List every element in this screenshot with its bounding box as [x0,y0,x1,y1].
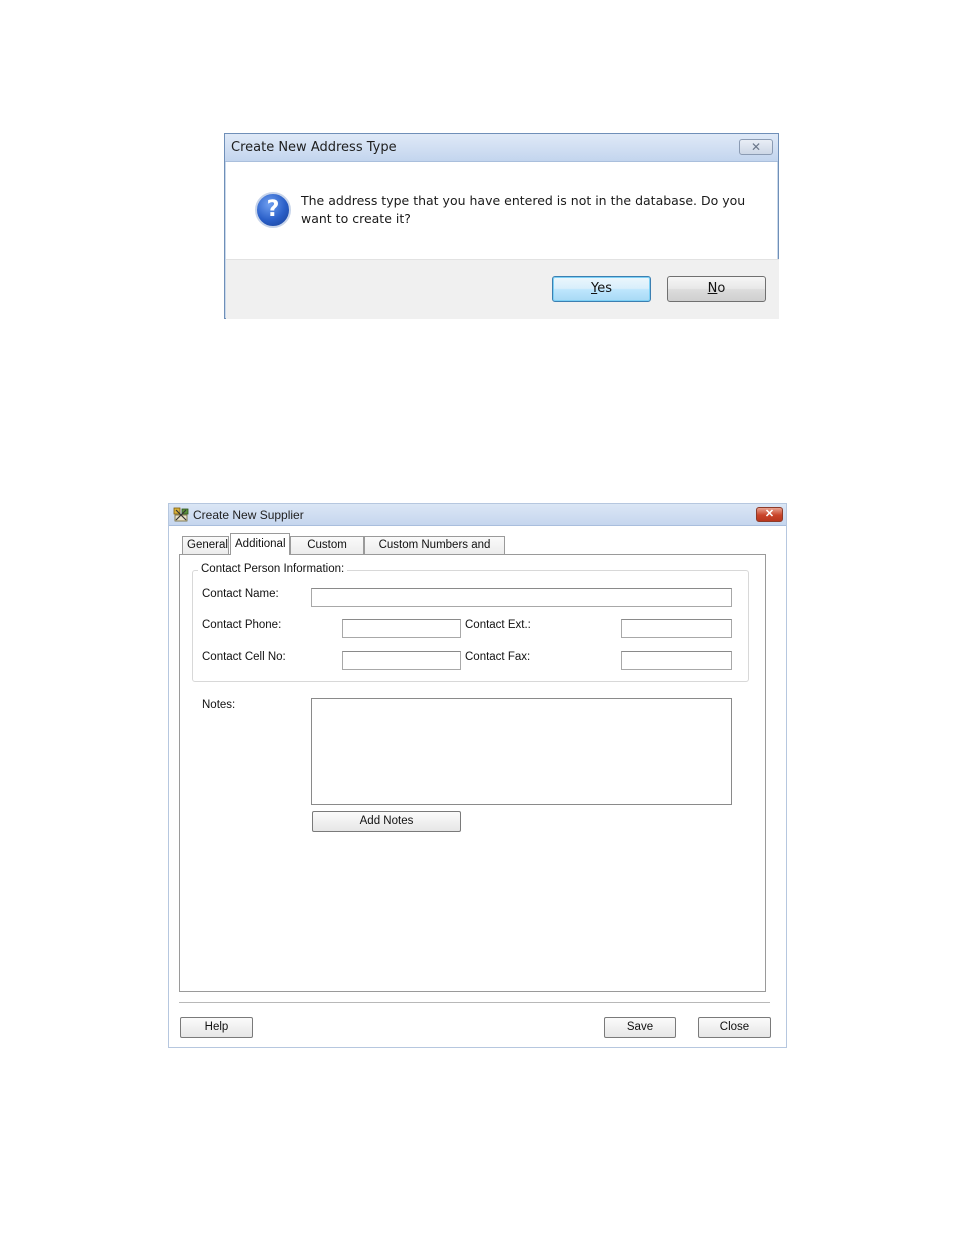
contact-name-label: Contact Name: [202,588,279,600]
question-icon: ? [255,192,291,228]
close-icon[interactable]: ✕ [739,139,773,155]
contact-fax-input[interactable] [621,651,732,670]
notes-textarea[interactable] [311,698,732,805]
close-icon[interactable]: ✕ [756,507,783,522]
group-title: Contact Person Information: [198,563,348,575]
tab-additional[interactable]: Additional [230,533,290,555]
add-notes-button[interactable]: Add Notes [312,811,461,832]
dialog-title: Create New Address Type [231,140,397,155]
contact-ext-label: Contact Ext.: [465,619,531,631]
no-label: o [717,281,726,296]
yes-button[interactable]: Yes [552,276,651,302]
tab-panel: Contact Person Information: Contact Name… [179,554,766,992]
contact-cell-input[interactable] [342,651,461,670]
contact-phone-label: Contact Phone: [202,619,282,631]
contact-name-input[interactable] [311,588,732,607]
notes-label: Notes: [202,699,236,711]
tab-custom-texts[interactable]: Custom Texts [290,536,364,568]
tab-custom-numbers-dates[interactable]: Custom Numbers and Dates [364,536,505,568]
contact-ext-input[interactable] [621,619,732,638]
app-icon [173,507,189,522]
help-button[interactable]: Help [180,1017,253,1038]
no-button[interactable]: No [667,276,766,302]
dialog-title: Create New Supplier [193,508,304,522]
close-button[interactable]: Close [698,1017,771,1038]
save-button[interactable]: Save [604,1017,676,1038]
create-supplier-dialog: Create New Supplier ✕ General Additional… [168,503,787,1048]
title-bar: Create New Supplier ✕ [169,504,786,526]
contact-fax-label: Contact Fax: [465,651,531,663]
no-hotkey: N [707,281,718,296]
title-bar: Create New Address Type ✕ [225,134,778,162]
yes-label: es [597,281,612,296]
contact-phone-input[interactable] [342,619,461,638]
create-address-type-dialog: Create New Address Type ✕ ? The address … [224,133,779,319]
tab-general[interactable]: General [182,536,229,554]
contact-cell-label: Contact Cell No: [202,651,286,663]
divider [179,1002,770,1004]
dialog-message: The address type that you have entered i… [301,193,746,226]
